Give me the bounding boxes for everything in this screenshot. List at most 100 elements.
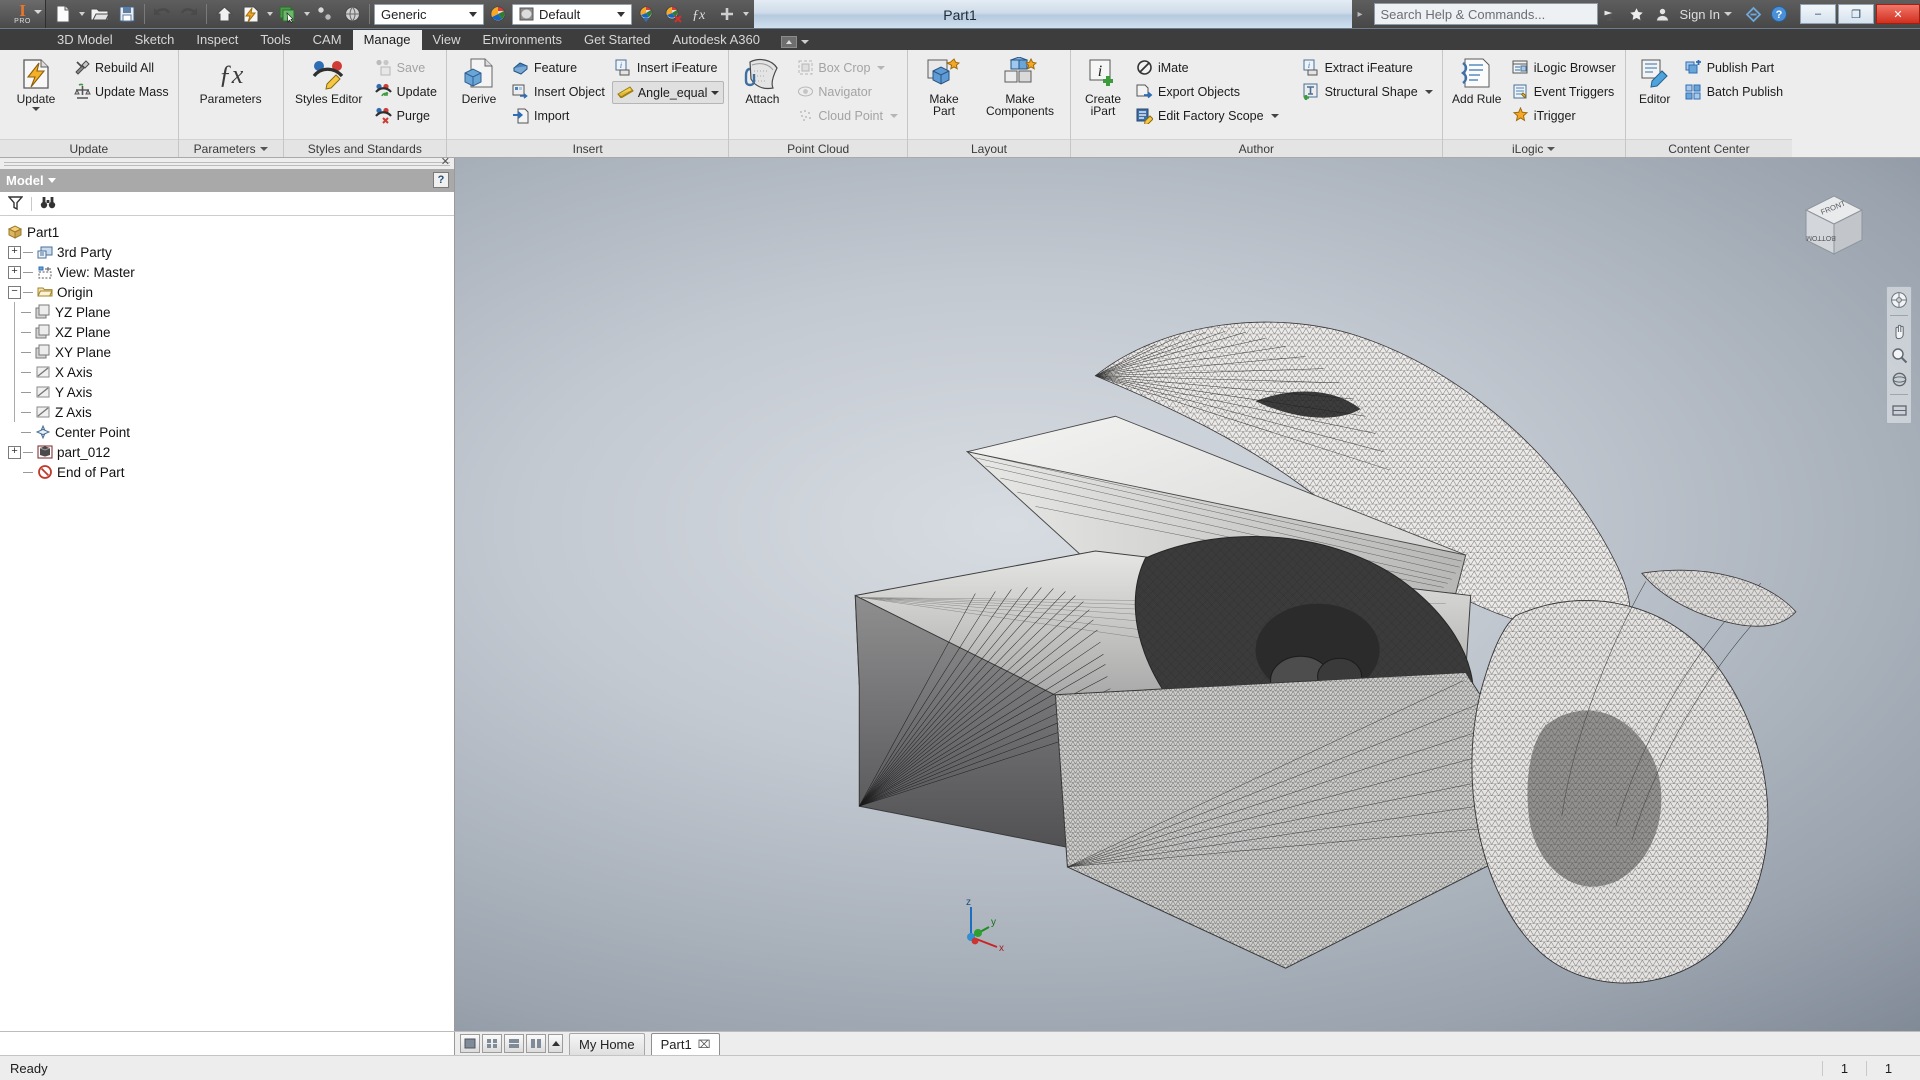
customize-qat-button[interactable] xyxy=(714,1,740,27)
tab-cam[interactable]: CAM xyxy=(302,30,353,50)
panel-title-parameters[interactable]: Parameters xyxy=(178,139,283,157)
close-button[interactable]: ✕ xyxy=(1876,4,1920,24)
imate-button[interactable]: iMate xyxy=(1133,56,1284,79)
update-dropdown[interactable] xyxy=(265,12,274,16)
add-rule-big-button[interactable]: Add Rule xyxy=(1447,54,1507,105)
export-objects-button[interactable]: Export Objects xyxy=(1133,80,1284,103)
styles-purge-button[interactable]: Purge xyxy=(372,104,442,127)
chevron-down-icon[interactable] xyxy=(1724,12,1732,16)
tab-inspect[interactable]: Inspect xyxy=(185,30,249,50)
tab-environments[interactable]: Environments xyxy=(472,30,573,50)
extract-ifeature-button[interactable]: i Extract iFeature xyxy=(1300,56,1438,79)
orbit-icon[interactable] xyxy=(1889,370,1909,388)
tree-item-center-point[interactable]: Center Point xyxy=(4,422,454,442)
return-button[interactable] xyxy=(312,1,338,27)
search-expand-icon[interactable]: ▸ xyxy=(1352,9,1367,20)
update-mass-button[interactable]: Update Mass xyxy=(70,80,174,103)
create-ipart-big-button[interactable]: i Create iPart xyxy=(1075,54,1131,117)
event-triggers-button[interactable]: Event Triggers xyxy=(1509,80,1621,103)
doc-tab-part1[interactable]: Part1 ⌧ xyxy=(650,1032,721,1055)
look-at-icon[interactable] xyxy=(1889,401,1909,419)
redo-button[interactable] xyxy=(176,1,202,27)
material-browser-button[interactable] xyxy=(485,1,511,27)
full-navigation-wheel-icon[interactable] xyxy=(1889,291,1909,309)
filter-funnel-icon[interactable] xyxy=(7,195,24,213)
make-components-big-button[interactable]: Make Components xyxy=(978,54,1062,117)
navigator-button[interactable]: Navigator xyxy=(793,80,903,103)
rebuild-all-button[interactable]: Rebuild All xyxy=(70,56,174,79)
select-dropdown[interactable] xyxy=(302,12,311,16)
help-question-icon[interactable]: ? xyxy=(433,172,449,188)
graphics-viewport[interactable]: FRONT BOTTOM z x y xyxy=(455,158,1920,1031)
angle-equal-combo[interactable]: Angle_equal xyxy=(611,81,725,104)
parameters-big-button[interactable]: ƒx Parameters xyxy=(189,54,273,105)
cloud-point-button[interactable]: Cloud Point xyxy=(793,104,903,127)
itrigger-button[interactable]: iTrigger xyxy=(1509,104,1621,127)
expand-plus-icon[interactable]: + xyxy=(8,445,21,459)
edit-factory-scope-button[interactable]: Edit Factory Scope xyxy=(1133,104,1284,127)
update-big-button[interactable]: Update xyxy=(4,54,68,111)
grid-view-toggle[interactable] xyxy=(482,1034,502,1053)
tree-item-part-012[interactable]: + part_012 xyxy=(4,442,454,462)
styles-update-button[interactable]: Update xyxy=(372,80,442,103)
user-account-icon[interactable] xyxy=(1650,1,1676,27)
styles-editor-big-button[interactable]: Styles Editor xyxy=(288,54,370,105)
view-layout-dropdown[interactable] xyxy=(548,1034,563,1053)
maximize-button[interactable]: ❐ xyxy=(1838,4,1874,24)
vertical-split-toggle[interactable] xyxy=(526,1034,546,1053)
appearance-combo[interactable]: Default xyxy=(512,3,632,25)
tree-item-part1[interactable]: Part1 xyxy=(4,222,454,242)
single-view-toggle[interactable] xyxy=(460,1034,480,1053)
new-document-button[interactable] xyxy=(50,1,76,27)
panel-title-ilogic[interactable]: iLogic xyxy=(1442,139,1625,157)
batch-publish-button[interactable]: Batch Publish xyxy=(1682,80,1788,103)
structural-shape-button[interactable]: Structural Shape xyxy=(1300,80,1438,103)
adjust-appearance-button[interactable] xyxy=(633,1,659,27)
tab-sketch[interactable]: Sketch xyxy=(124,30,186,50)
attach-big-button[interactable]: Attach xyxy=(733,54,791,105)
tree-item-z-axis[interactable]: Z Axis xyxy=(4,402,454,422)
material-combo[interactable]: Generic xyxy=(374,3,484,25)
tree-item-3rd-party[interactable]: + 3rd Party xyxy=(4,242,454,262)
box-crop-button[interactable]: Box Crop xyxy=(793,56,903,79)
customize-qat-dropdown[interactable] xyxy=(741,12,750,16)
insert-feature-button[interactable]: Feature xyxy=(509,56,610,79)
open-document-button[interactable] xyxy=(87,1,113,27)
sign-in-button[interactable]: Sign In xyxy=(1676,7,1724,22)
clear-appearance-button[interactable] xyxy=(660,1,686,27)
ribbon-minimize-control[interactable] xyxy=(780,36,809,50)
search-input[interactable]: Search Help & Commands... xyxy=(1373,3,1598,25)
select-button[interactable] xyxy=(275,1,301,27)
zoom-magnifier-icon[interactable] xyxy=(1889,346,1909,364)
home-button[interactable] xyxy=(211,1,237,27)
ilogic-browser-button[interactable]: iLogic Browser xyxy=(1509,56,1621,79)
tree-item-x-axis[interactable]: X Axis xyxy=(4,362,454,382)
insert-ifeature-button[interactable]: i Insert iFeature xyxy=(612,56,725,79)
expand-plus-icon[interactable]: + xyxy=(8,245,21,259)
autodesk-exchange-icon[interactable] xyxy=(1598,1,1624,27)
tree-item-end-of-part[interactable]: End of Part xyxy=(4,462,454,482)
derive-big-button[interactable]: Derive xyxy=(451,54,507,105)
binoculars-find-icon[interactable] xyxy=(40,195,56,213)
styles-save-button[interactable]: Save xyxy=(372,56,442,79)
tree-item-xz-plane[interactable]: XZ Plane xyxy=(4,322,454,342)
favorites-star-icon[interactable] xyxy=(1624,1,1650,27)
close-icon[interactable]: ✕ xyxy=(441,157,450,168)
browser-drag-grip[interactable]: ✕ xyxy=(0,157,454,169)
publish-part-button[interactable]: Publish Part xyxy=(1682,56,1788,79)
appearance-sphere-button[interactable] xyxy=(339,1,365,27)
insert-object-button[interactable]: Insert Object xyxy=(509,80,610,103)
tree-item-view-master[interactable]: + View: Master xyxy=(4,262,454,282)
tab-autodesk-a360[interactable]: Autodesk A360 xyxy=(661,30,770,50)
tree-item-xy-plane[interactable]: XY Plane xyxy=(4,342,454,362)
make-part-big-button[interactable]: Make Part xyxy=(916,54,972,117)
import-button[interactable]: Import xyxy=(509,104,610,127)
tab-view[interactable]: View xyxy=(422,30,472,50)
collapse-minus-icon[interactable]: − xyxy=(8,285,21,299)
close-icon[interactable]: ⌧ xyxy=(698,1038,711,1051)
exchange-apps-icon[interactable] xyxy=(1740,1,1766,27)
tab-3d-model[interactable]: 3D Model xyxy=(46,30,124,50)
tab-manage[interactable]: Manage xyxy=(352,30,422,50)
undo-button[interactable] xyxy=(149,1,175,27)
tree-item-y-axis[interactable]: Y Axis xyxy=(4,382,454,402)
